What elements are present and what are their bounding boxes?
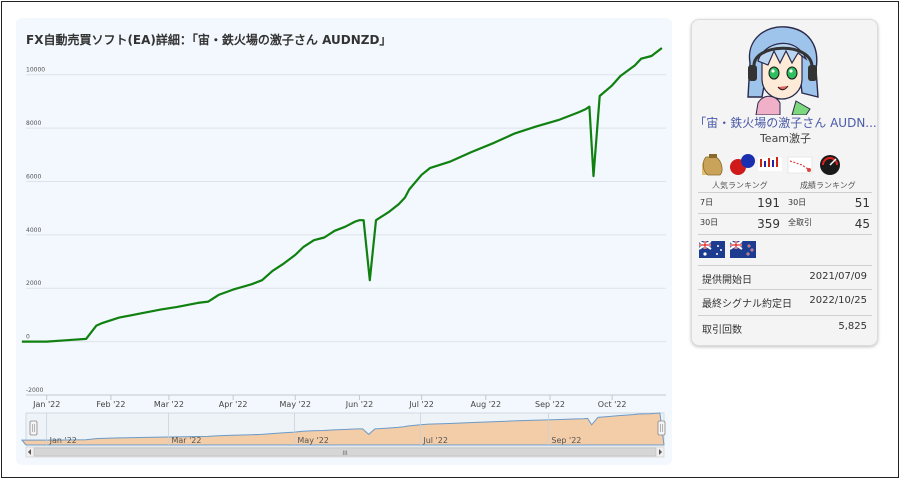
info-divider [698,315,872,316]
results-ranking-label: 成績ランキング [800,181,856,190]
australia-flag [699,241,725,258]
chart-panel: FX自動売買ソフト(EA)詳細：「宙・鉄火場の激子さん AUDNZD」 1000… [16,18,672,465]
chat-bubbles-icon[interactable] [730,154,755,175]
dotted-chart-icon[interactable] [787,156,813,174]
rank-value: 51 [854,196,870,210]
rank-value: 45 [854,217,870,231]
money-bag-icon[interactable] [702,154,723,176]
rank-value: 359 [757,217,780,231]
navigator-handle-right[interactable] [657,420,666,436]
ea-info-card: 「宙・鉄火場の激子さん AUDN... Team激子 人気ランキング 成績ランキ… [691,19,878,346]
start-date-label: 提供開始日 [702,275,752,286]
avatar[interactable] [736,23,828,115]
scrollbar-grip: III [342,450,348,457]
new-zealand-flag [729,241,756,258]
navigator-tick-label: Jul '22 [422,436,448,445]
navigator-tick-label: Jan '22 [49,436,77,445]
currency-flags [699,241,756,258]
ea-name-link[interactable]: 「宙・鉄火場の激子さん AUDN... [692,114,879,131]
info-divider [698,289,872,290]
info-divider [698,265,872,266]
speedometer-icon[interactable] [820,155,840,175]
chart-navigator[interactable]: Jan '22 Mar '22 May '22 Jul '22 Sep '22 III [16,18,672,465]
trade-count-value: 5,825 [838,321,867,332]
badge-row [702,154,840,176]
last-signal-label: 最終シグナル約定日 [702,299,792,310]
popular-ranking-label: 人気ランキング [712,181,768,190]
last-signal-value: 2022/10/25 [809,295,867,306]
navigator-handle-left[interactable] [29,420,38,436]
start-date-value: 2021/07/09 [809,271,867,282]
ranking-divider [698,234,872,235]
ranking-divider [698,192,872,193]
navigator-tick-label: Sep '22 [551,436,581,445]
candlestick-icon[interactable] [758,157,782,171]
rank-label: 30日 [788,198,807,207]
rank-value: 191 [757,196,780,210]
rank-label: 7日 [700,198,714,207]
navigator-tick-label: Mar '22 [171,436,201,445]
rank-label: 30日 [700,218,719,227]
navigator-tick-label: May '22 [297,436,328,445]
ranking-divider [698,213,872,214]
team-name[interactable]: Team激子 [692,130,879,146]
rank-label: 全取引 [788,218,812,227]
trade-count-label: 取引回数 [702,325,742,336]
